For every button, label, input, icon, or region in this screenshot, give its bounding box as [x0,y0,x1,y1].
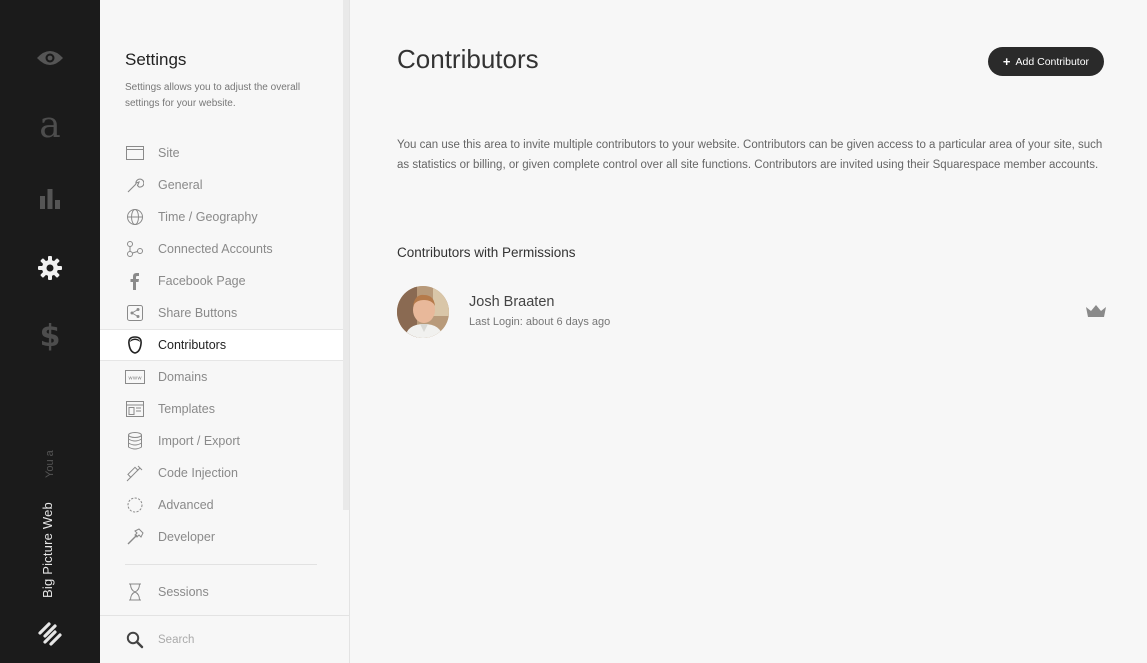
panel-title: Settings [125,50,187,69]
sidebar-item-label: Sessions [158,585,209,599]
sidebar-item-share-buttons[interactable]: Share Buttons [100,297,343,329]
sidebar-item-domains[interactable]: www Domains [100,361,343,393]
sidebar-item-general[interactable]: General [100,169,343,201]
syringe-icon [125,463,145,483]
sidebar-item-label: Site [158,146,180,160]
sidebar-item-contributors[interactable]: Contributors [100,329,343,361]
hammer-icon [125,527,145,547]
contributor-last-login: Last Login: about 6 days ago [469,316,611,328]
settings-menu: Site General Time / Geography Connected … [100,137,343,608]
sidebar-item-label: Import / Export [158,434,240,448]
sidebar-item-label: Advanced [158,498,214,512]
gear-icon[interactable] [30,248,70,288]
contributor-icon [125,335,145,355]
you-are-label: You a [44,450,56,478]
sidebar-item-label: Time / Geography [158,210,258,224]
sidebar-item-label: Connected Accounts [158,242,273,256]
advanced-icon [125,495,145,515]
add-contributor-label: Add Contributor [1015,55,1090,68]
hourglass-icon [125,582,145,602]
connected-icon [125,239,145,259]
panel-description: Settings allows you to adjust the overal… [125,82,301,109]
share-icon [125,303,145,323]
analytics-icon[interactable] [30,178,70,218]
sidebar-item-import-export[interactable]: Import / Export [100,425,343,457]
sidebar-item-connected-accounts[interactable]: Connected Accounts [100,233,343,265]
sidebar-item-label: Contributors [158,338,227,352]
contributor-name: Josh Braaten [469,294,555,310]
eye-icon[interactable] [30,38,70,78]
template-icon [125,399,145,419]
panel-scrollbar[interactable] [343,0,349,510]
settings-panel: Settings Settings allows you to adjust t… [100,0,350,663]
crown-icon [1085,304,1107,318]
sidebar-item-advanced[interactable]: Advanced [100,489,343,521]
search-input[interactable] [158,633,328,646]
sidebar-item-code-injection[interactable]: Code Injection [100,457,343,489]
intro-text: You can use this area to invite multiple… [397,139,1103,171]
sidebar-item-facebook-page[interactable]: Facebook Page [100,265,343,297]
menu-divider [125,564,317,565]
globe-icon [125,207,145,227]
page-title: Contributors [397,44,539,74]
sidebar-item-label: Developer [158,530,215,544]
sidebar-item-label: Facebook Page [158,274,246,288]
main-nav-rail: a $ You a Big Picture Web [0,0,100,663]
sidebar-item-label: General [158,178,203,192]
settings-search-bar [100,615,349,663]
squarespace-logo-icon[interactable] [36,620,64,648]
svg-text:www: www [128,376,142,382]
sidebar-item-templates[interactable]: Templates [100,393,343,425]
dollar-icon[interactable]: $ [30,316,70,356]
sidebar-item-sessions[interactable]: Sessions [100,576,343,608]
sidebar-item-label: Share Buttons [158,306,238,320]
www-icon: www [125,367,145,387]
avatar [397,286,449,338]
facebook-icon [125,271,145,291]
site-icon [125,143,145,163]
site-name[interactable]: Big Picture Web [40,502,55,598]
sidebar-item-label: Code Injection [158,466,238,480]
add-contributor-button[interactable]: + Add Contributor [988,47,1104,76]
section-title: Contributors with Permissions [397,245,576,260]
plus-icon: + [1002,54,1011,69]
sidebar-item-site[interactable]: Site [100,137,343,169]
main-content: Contributors + Add Contributor You can u… [350,0,1147,663]
sidebar-item-label: Domains [158,370,208,384]
database-icon [125,431,145,451]
contributor-row[interactable]: Josh Braaten Last Login: about 6 days ag… [397,286,1107,338]
search-icon [126,631,144,649]
sidebar-item-time-geography[interactable]: Time / Geography [100,201,343,233]
sidebar-item-label: Templates [158,402,215,416]
typography-icon[interactable]: a [30,106,70,146]
wrench-icon [125,175,145,195]
sidebar-item-developer[interactable]: Developer [100,521,343,553]
